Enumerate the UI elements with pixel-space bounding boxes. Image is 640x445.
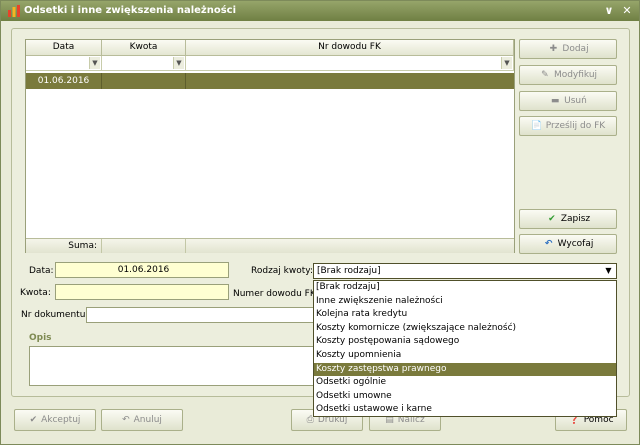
chevron-down-icon[interactable]: ▼	[173, 57, 184, 69]
entries-grid: Data Kwota Nr dowodu FK ▼ ▼ ▼ 01.06.2016…	[25, 39, 515, 253]
column-header-data[interactable]: Data	[26, 40, 102, 56]
dropdown-option[interactable]: Koszty upomnienia	[314, 349, 616, 363]
add-button[interactable]: ✚ Dodaj	[519, 39, 617, 59]
description-group: Opis	[25, 333, 315, 389]
summary-row: Suma:	[26, 238, 514, 253]
dropdown-option[interactable]: Koszty postępowania sądowego	[314, 335, 616, 349]
delete-button[interactable]: ▬ Usuń	[519, 91, 617, 111]
sum-label: Suma:	[26, 239, 102, 253]
window-title: Odsetki i inne zwiększenia należności	[24, 5, 237, 16]
plus-icon: ✚	[549, 44, 558, 54]
column-header-kwota[interactable]: Kwota	[102, 40, 186, 56]
modify-button[interactable]: ✎ Modyfikuj	[519, 65, 617, 85]
check-icon: ✔	[29, 415, 38, 425]
dropdown-option[interactable]: Koszty zastępstwa prawnego	[314, 362, 616, 377]
dropdown-option[interactable]: Odsetki ustawowe i karne	[314, 403, 616, 417]
amount-type-label: Rodzaj kwoty:	[251, 266, 313, 276]
collapse-icon[interactable]: ∨	[602, 4, 616, 18]
description-textarea[interactable]	[29, 346, 314, 386]
dropdown-option[interactable]: Odsetki umowne	[314, 390, 616, 404]
dialog-window: Odsetki i inne zwiększenia należności ∨ …	[0, 0, 640, 445]
fk-number-label: Numer dowodu FK:	[233, 289, 319, 299]
dropdown-option[interactable]: Inne zwiększenie należności	[314, 295, 616, 309]
chevron-down-icon[interactable]: ▼	[501, 57, 512, 69]
cancel-button[interactable]: ↶ Anuluj	[101, 409, 183, 431]
date-label: Data:	[29, 266, 54, 276]
dropdown-option[interactable]: [Brak rodzaju]	[314, 281, 616, 295]
amount-label: Kwota:	[20, 288, 51, 298]
date-field[interactable]: 01.06.2016	[55, 262, 229, 278]
amount-type-value: [Brak rodzaju]	[317, 266, 381, 276]
filter-data[interactable]: ▼	[26, 56, 102, 71]
minus-icon: ▬	[550, 96, 560, 106]
amount-field[interactable]	[55, 284, 229, 300]
sum-kwota	[102, 239, 186, 253]
filter-kwota[interactable]: ▼	[102, 56, 186, 71]
dropdown-option[interactable]: Kolejna rata kredytu	[314, 308, 616, 322]
document-number-field[interactable]	[86, 307, 315, 323]
amount-type-select[interactable]: [Brak rodzaju] ▼	[313, 263, 617, 279]
document-icon: 📄	[531, 121, 543, 131]
undo-icon: ↶	[122, 415, 130, 425]
app-icon	[8, 5, 20, 17]
dropdown-option[interactable]: Koszty komornicze (zwiększające należnoś…	[314, 322, 616, 336]
chevron-down-icon[interactable]: ▼	[89, 57, 100, 69]
description-label: Opis	[29, 333, 52, 343]
cell-kwota	[102, 73, 186, 89]
accept-button[interactable]: ✔ Akceptuj	[14, 409, 96, 431]
cell-nr-dowodu	[186, 73, 514, 89]
edit-icon: ✎	[541, 70, 549, 80]
close-icon[interactable]: ✕	[620, 4, 634, 18]
document-number-label: Nr dokumentu:	[21, 310, 89, 320]
undo-icon: ↶	[544, 239, 553, 249]
title-bar[interactable]: Odsetki i inne zwiększenia należności ∨ …	[1, 1, 639, 21]
table-row[interactable]: 01.06.2016	[26, 73, 514, 89]
filter-nr-dowodu[interactable]: ▼	[186, 56, 514, 71]
dropdown-option[interactable]: Odsetki ogólnie	[314, 376, 616, 390]
save-button[interactable]: ✔ Zapisz	[519, 209, 617, 229]
send-to-fk-button[interactable]: 📄 Prześlij do FK	[519, 116, 617, 136]
cell-data: 01.06.2016	[26, 73, 102, 89]
revert-button[interactable]: ↶ Wycofaj	[519, 234, 617, 254]
chevron-down-icon[interactable]: ▼	[603, 265, 614, 277]
column-header-nr-dowodu[interactable]: Nr dowodu FK	[186, 40, 514, 56]
amount-type-dropdown-list: [Brak rodzaju] Inne zwiększenie należnoś…	[313, 280, 617, 417]
check-icon: ✔	[548, 214, 556, 224]
